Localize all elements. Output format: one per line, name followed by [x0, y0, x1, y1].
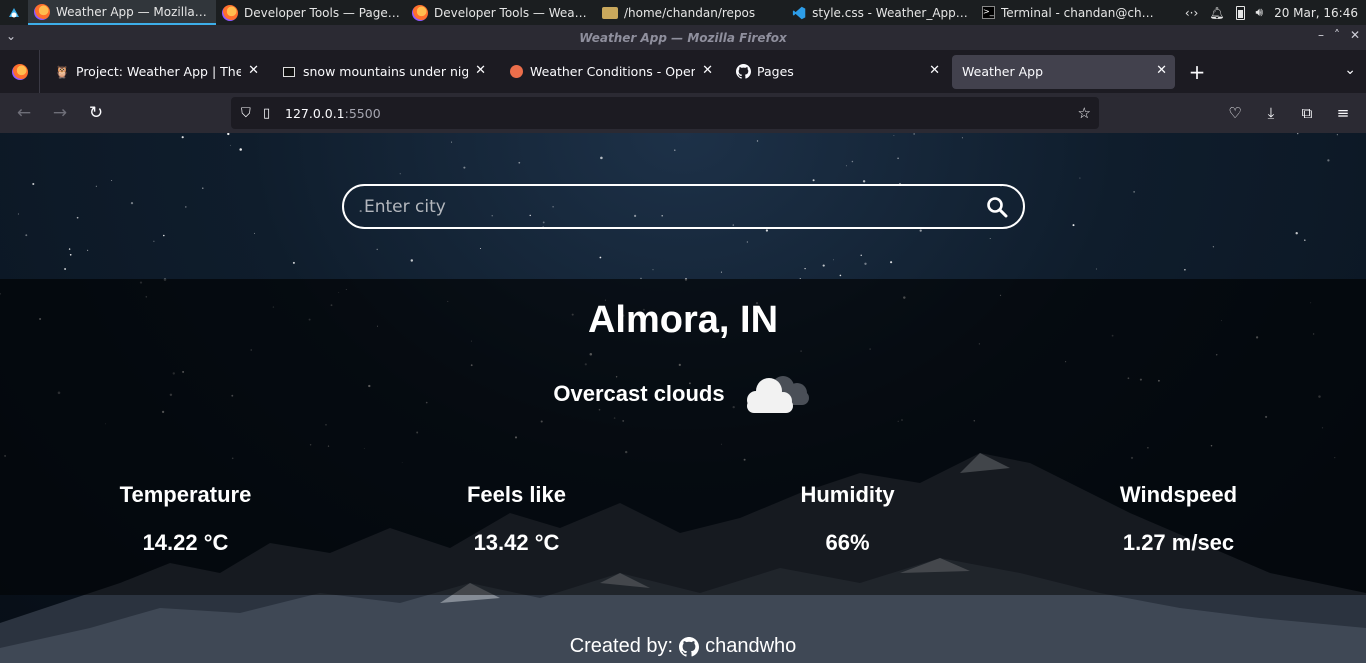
- pocket-icon[interactable]: ♡: [1220, 98, 1250, 128]
- taskbar-task-vscode[interactable]: style.css - Weather_App - Vi...: [786, 0, 976, 25]
- tab-odin-project[interactable]: 🦉 Project: Weather App | The Od ✕: [44, 55, 267, 89]
- openweather-icon: [508, 64, 524, 80]
- odin-icon: 🦉: [54, 64, 70, 79]
- weather-card: Almora, IN Overcast clouds Temperature 1…: [0, 279, 1366, 595]
- vscode-icon: [792, 6, 806, 19]
- stat-value: 1.27 m/sec: [1122, 530, 1235, 555]
- battery-icon[interactable]: [1235, 5, 1245, 20]
- window-titlebar: ⌄ Weather App — Mozilla Firefox – ˄ ✕: [0, 25, 1366, 50]
- taskbar-task-terminal[interactable]: >_ Terminal - chandan@chand...: [976, 0, 1166, 25]
- city-search-input[interactable]: [364, 196, 971, 217]
- city-name: Almora, IN: [587, 299, 779, 341]
- stat-feels-like: Feels like 13.42 °C: [351, 482, 682, 556]
- page-info-icon[interactable]: ▯: [263, 106, 285, 121]
- github-icon[interactable]: [679, 636, 700, 657]
- tab-close-icon[interactable]: ✕: [929, 63, 940, 78]
- kde-connect-icon[interactable]: ‹·›: [1185, 6, 1198, 20]
- notifications-bell-icon[interactable]: 🔔︎: [1209, 6, 1224, 20]
- new-tab-button[interactable]: +: [1181, 56, 1213, 88]
- city-search-box: [342, 184, 1025, 229]
- stat-value: 13.42 °C: [473, 530, 560, 555]
- search-icon: [987, 196, 1008, 217]
- firefox-view-button[interactable]: [0, 50, 40, 93]
- toolbar-actions: ♡ ⤓ ⧉ ≡: [1220, 98, 1358, 128]
- stat-windspeed: Windspeed 1.27 m/sec: [1013, 482, 1344, 556]
- tab-github-pages[interactable]: Pages ✕: [725, 55, 948, 89]
- stat-label: Feels like: [466, 482, 567, 507]
- taskbar-task-devtools-weather[interactable]: Developer Tools — Weathe...: [406, 0, 596, 25]
- clock[interactable]: 20 Mar, 16:46: [1274, 6, 1358, 20]
- navigation-toolbar: ← → ↻ ⛉ ▯ 127.0.0.1:5500 ☆ ♡ ⤓ ⧉ ≡: [0, 93, 1366, 133]
- overcast-clouds-icon: [746, 376, 809, 413]
- tab-snow-mountains[interactable]: snow mountains under nights ✕: [271, 55, 494, 89]
- reload-icon[interactable]: ↻: [78, 98, 114, 128]
- tracking-protection-shield-icon[interactable]: ⛉: [241, 106, 263, 121]
- app-launcher-icon[interactable]: [0, 0, 28, 25]
- forward-arrow-icon[interactable]: →: [42, 98, 78, 128]
- image-icon: [281, 64, 297, 80]
- url-port: :5500: [344, 105, 381, 121]
- condition-text: Overcast clouds: [553, 381, 725, 406]
- footer-credit-prefix: Created by:: [569, 635, 674, 657]
- taskbar-task-devtools-pages[interactable]: Developer Tools — Pages ...: [216, 0, 406, 25]
- footer-author-link[interactable]: chandwho: [705, 635, 796, 658]
- page-footer: Created by: chandwho: [0, 595, 1366, 663]
- close-window-icon[interactable]: ✕: [1350, 28, 1360, 42]
- taskbar-task-file-manager[interactable]: /home/chandan/repos: [596, 0, 786, 25]
- downloads-icon[interactable]: ⤓: [1256, 98, 1286, 128]
- firefox-icon: [222, 4, 238, 21]
- firefox-icon: [11, 63, 28, 80]
- tab-close-icon[interactable]: ✕: [702, 63, 713, 78]
- maximize-icon[interactable]: ˄: [1334, 28, 1340, 42]
- window-title: Weather App — Mozilla Firefox: [579, 30, 787, 45]
- stat-value: 14.22 °C: [142, 530, 229, 555]
- github-icon: [735, 64, 751, 80]
- stat-value: 66%: [825, 530, 870, 555]
- tab-close-icon[interactable]: ✕: [475, 63, 486, 78]
- tab-openweather[interactable]: Weather Conditions - OpenWe ✕: [498, 55, 721, 89]
- volume-icon[interactable]: 🔊︎: [1256, 5, 1264, 20]
- tab-close-icon[interactable]: ✕: [248, 63, 259, 78]
- window-controls: – ˄ ✕: [1318, 28, 1360, 42]
- stat-humidity: Humidity 66%: [682, 482, 1013, 556]
- terminal-icon: >_: [982, 6, 995, 19]
- taskbar-task-weather-firefox[interactable]: Weather App — Mozilla Fir...: [28, 0, 216, 25]
- list-all-tabs-chevron-icon[interactable]: ⌄: [1344, 62, 1356, 78]
- tab-weather-app[interactable]: Weather App ✕: [952, 54, 1175, 89]
- tab-strip: 🦉 Project: Weather App | The Od ✕ snow m…: [0, 50, 1366, 93]
- back-arrow-icon[interactable]: ←: [6, 98, 42, 128]
- weather-condition: Overcast clouds: [0, 369, 1366, 419]
- window-menu-chevron-icon[interactable]: ⌄: [6, 29, 16, 43]
- stat-label: Temperature: [119, 482, 252, 507]
- tab-close-icon[interactable]: ✕: [1156, 63, 1167, 78]
- folder-icon: [602, 6, 618, 19]
- stat-temperature: Temperature 14.22 °C: [20, 482, 351, 556]
- url-host: 127.0.0.1: [285, 105, 345, 121]
- app-menu-hamburger-icon[interactable]: ≡: [1328, 98, 1358, 128]
- url-bar[interactable]: ⛉ ▯ 127.0.0.1:5500 ☆: [231, 97, 1099, 129]
- weather-app-page: Almora, IN Overcast clouds Temperature 1…: [0, 133, 1366, 663]
- minimize-icon[interactable]: –: [1318, 28, 1324, 42]
- search-button[interactable]: [971, 186, 1023, 227]
- stat-label: Humidity: [800, 482, 895, 507]
- os-taskbar: Weather App — Mozilla Fir... Developer T…: [0, 0, 1366, 25]
- system-tray: ‹·› 🔔︎ 🔊︎ 20 Mar, 16:46: [1185, 0, 1366, 25]
- bookmark-star-icon[interactable]: ☆: [1078, 104, 1091, 122]
- extensions-icon[interactable]: ⧉: [1292, 98, 1322, 128]
- stat-label: Windspeed: [1119, 482, 1238, 507]
- firefox-icon: [412, 4, 428, 21]
- firefox-icon: [34, 3, 50, 20]
- weather-stats: Temperature 14.22 °C Feels like 13.42 °C…: [0, 482, 1366, 556]
